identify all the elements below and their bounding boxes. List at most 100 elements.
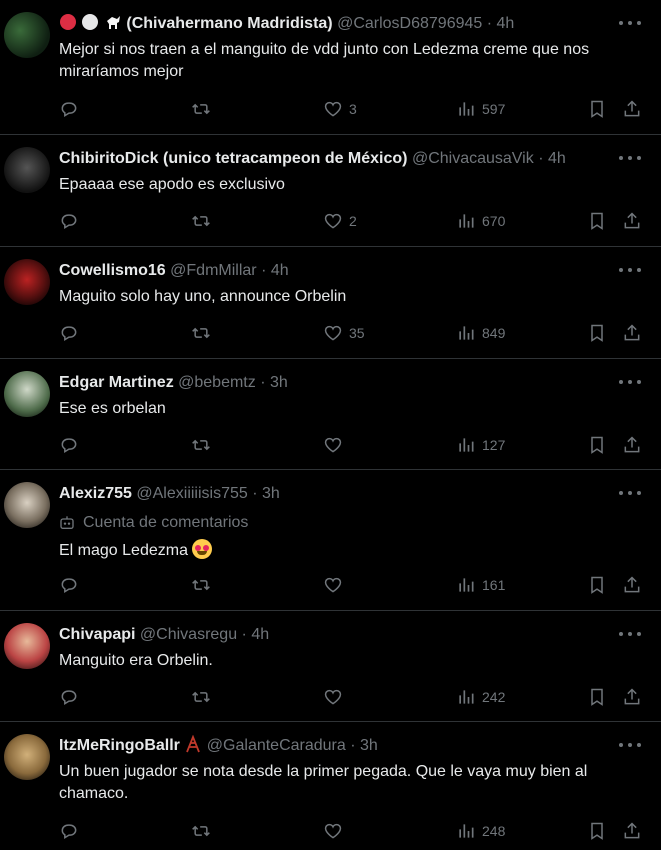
- timestamp[interactable]: 3h: [360, 737, 378, 754]
- display-name[interactable]: ItzMeRingoBallr: [59, 737, 180, 754]
- like-button[interactable]: 2: [323, 210, 357, 232]
- more-icon[interactable]: [619, 151, 641, 165]
- share-icon: [624, 436, 640, 453]
- reply-icon: [61, 326, 77, 341]
- tweet[interactable]: (Chivahermano Madridista) @CarlosD687969…: [0, 0, 661, 135]
- timestamp[interactable]: 4h: [548, 150, 566, 167]
- bookmark-button[interactable]: [587, 322, 607, 344]
- reply-button[interactable]: [59, 210, 79, 232]
- display-name[interactable]: Alexiz755: [59, 485, 132, 502]
- views-button[interactable]: 597: [456, 98, 505, 120]
- handle[interactable]: @GalanteCaradura: [207, 737, 346, 754]
- reply-button[interactable]: [59, 98, 79, 120]
- reply-button[interactable]: [59, 574, 79, 596]
- share-button[interactable]: [622, 686, 642, 708]
- action-bar: 242: [59, 686, 661, 708]
- like-button[interactable]: [323, 434, 343, 456]
- share-button[interactable]: [622, 574, 642, 596]
- share-icon: [624, 324, 640, 341]
- share-button[interactable]: [622, 322, 642, 344]
- share-button[interactable]: [622, 434, 642, 456]
- display-name[interactable]: Cowellismo16: [59, 262, 166, 279]
- separator-dot: ·: [260, 374, 266, 391]
- timestamp[interactable]: 4h: [251, 626, 269, 643]
- handle[interactable]: @ChivacausaVik: [412, 150, 534, 167]
- display-name[interactable]: Chivapapi: [59, 626, 135, 643]
- more-icon[interactable]: [619, 738, 641, 752]
- more-icon[interactable]: [619, 627, 641, 641]
- handle[interactable]: @bebemtz: [178, 374, 256, 391]
- action-bar: 127: [59, 434, 661, 456]
- display-name[interactable]: Edgar Martinez: [59, 374, 174, 391]
- retweet-button[interactable]: [191, 574, 211, 596]
- display-name[interactable]: ChibiritoDick (unico tetracampeon de Méx…: [59, 150, 408, 167]
- bookmark-button[interactable]: [587, 574, 607, 596]
- retweet-icon: [192, 327, 210, 339]
- views-button[interactable]: 670: [456, 210, 505, 232]
- share-button[interactable]: [622, 98, 642, 120]
- bookmark-button[interactable]: [587, 434, 607, 456]
- tweet[interactable]: ChibiritoDick (unico tetracampeon de Méx…: [0, 135, 661, 247]
- reply-button[interactable]: [59, 820, 79, 842]
- bookmark-button[interactable]: [587, 210, 607, 232]
- more-icon[interactable]: [619, 263, 641, 277]
- avatar[interactable]: [4, 12, 50, 58]
- timestamp[interactable]: 3h: [262, 485, 280, 502]
- avatar[interactable]: [4, 482, 50, 528]
- retweet-button[interactable]: [191, 820, 211, 842]
- avatar[interactable]: [4, 147, 50, 193]
- retweet-button[interactable]: [191, 98, 211, 120]
- avatar[interactable]: [4, 259, 50, 305]
- separator-dot: ·: [486, 15, 493, 32]
- reply-button[interactable]: [59, 434, 79, 456]
- handle[interactable]: @FdmMillar: [170, 262, 256, 279]
- tweet[interactable]: Alexiz755 @Alexiiiiisis755 · 3h Cuenta d…: [0, 470, 661, 611]
- avatar[interactable]: [4, 371, 50, 417]
- bookmark-button[interactable]: [587, 686, 607, 708]
- views-button[interactable]: 248: [456, 820, 505, 842]
- like-button[interactable]: [323, 574, 343, 596]
- avatar[interactable]: [4, 623, 50, 669]
- tweet-text: Maguito solo hay uno, announce Orbelin: [59, 288, 347, 305]
- tweet[interactable]: Chivapapi @Chivasregu · 4h Manguito era …: [0, 611, 661, 722]
- retweet-button[interactable]: [191, 434, 211, 456]
- like-button[interactable]: [323, 820, 343, 842]
- more-icon[interactable]: [619, 16, 641, 30]
- heart-eyes-emoji-icon: [191, 539, 212, 559]
- bookmark-button[interactable]: [587, 820, 607, 842]
- like-button[interactable]: [323, 686, 343, 708]
- timestamp[interactable]: 3h: [270, 374, 288, 391]
- display-name[interactable]: (Chivahermano Madridista): [126, 15, 332, 32]
- handle[interactable]: @Alexiiiiisis755: [136, 485, 247, 502]
- handle[interactable]: @Chivasregu: [140, 626, 237, 643]
- handle[interactable]: @CarlosD68796945: [337, 15, 482, 32]
- views-button[interactable]: 161: [456, 574, 505, 596]
- view-count: 849: [482, 325, 506, 341]
- share-button[interactable]: [622, 210, 642, 232]
- retweet-button[interactable]: [191, 686, 211, 708]
- retweet-button[interactable]: [191, 322, 211, 344]
- tweet[interactable]: Cowellismo16 @FdmMillar · 4h Maguito sol…: [0, 247, 661, 359]
- share-button[interactable]: [622, 820, 642, 842]
- bookmark-button[interactable]: [587, 98, 607, 120]
- avatar[interactable]: [4, 734, 50, 780]
- more-icon[interactable]: [619, 486, 641, 500]
- reply-button[interactable]: [59, 322, 79, 344]
- timestamp[interactable]: 4h: [497, 15, 515, 32]
- views-button[interactable]: 127: [456, 434, 505, 456]
- like-button[interactable]: 35: [323, 322, 365, 344]
- timestamp[interactable]: 4h: [271, 262, 289, 279]
- views-icon: [459, 326, 474, 340]
- tweet[interactable]: Edgar Martinez @bebemtz · 3h Ese es orbe…: [0, 359, 661, 470]
- views-button[interactable]: 849: [456, 322, 505, 344]
- tweet[interactable]: ItzMeRingoBallr @GalanteCaradura · 3h Un…: [0, 722, 661, 850]
- views-button[interactable]: 242: [456, 686, 505, 708]
- more-icon[interactable]: [619, 375, 641, 389]
- like-button[interactable]: 3: [323, 98, 357, 120]
- tweet-header: Chivapapi @Chivasregu · 4h: [59, 624, 611, 646]
- reply-button[interactable]: [59, 686, 79, 708]
- reply-icon: [61, 214, 77, 229]
- like-icon: [324, 213, 342, 229]
- retweet-button[interactable]: [191, 210, 211, 232]
- bookmark-icon: [591, 436, 603, 454]
